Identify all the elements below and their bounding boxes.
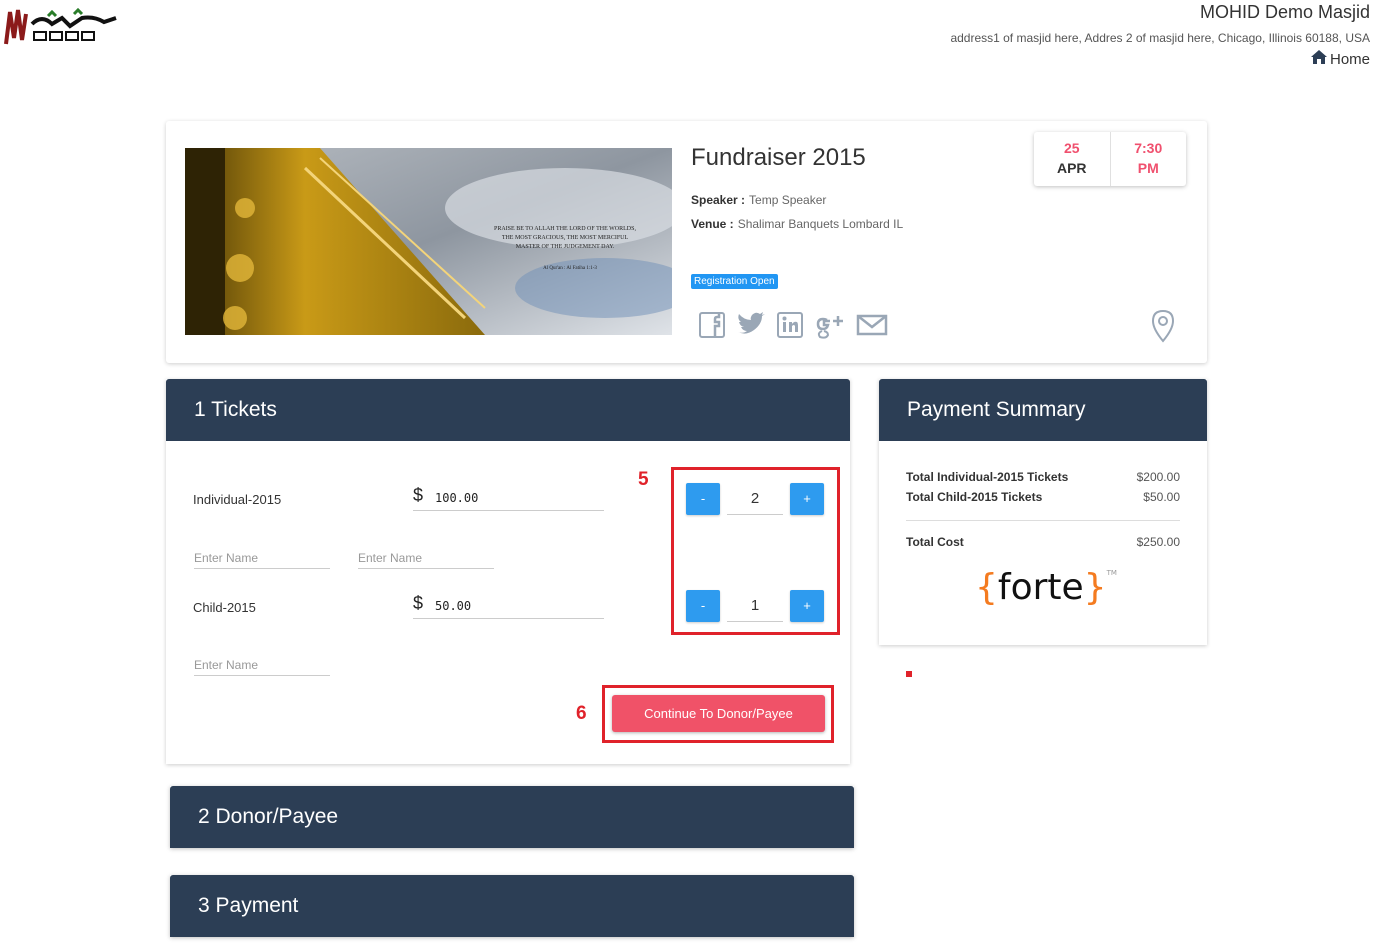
event-time-value: 7:30	[1134, 140, 1163, 156]
quantity-stepper-individual: - 2 +	[686, 483, 824, 515]
tickets-panel: 1 Tickets Individual-2015 $ 100.00 Child…	[166, 379, 850, 764]
event-venue: Venue : Shalimar Banquets Lombard IL	[691, 217, 903, 231]
decrement-button[interactable]: -	[686, 483, 720, 515]
continue-highlight-box: Continue To Donor/Payee	[602, 685, 834, 743]
social-share-row	[698, 311, 888, 339]
annotation-number-6: 6	[576, 703, 587, 724]
annotation-dot	[906, 671, 912, 677]
facebook-icon[interactable]	[698, 311, 726, 339]
ticket-price-child: $ 50.00	[413, 593, 604, 619]
annotation-number-5: 5	[638, 469, 649, 490]
svg-text:Al Qur'an : Al Fatiha 1:1-3: Al Qur'an : Al Fatiha 1:1-3	[543, 266, 597, 271]
ticket-name-individual: Individual-2015	[193, 492, 282, 507]
payment-summary-panel: Payment Summary Total Individual-2015 Ti…	[879, 379, 1207, 645]
payment-panel: 3 Payment	[170, 875, 854, 937]
twitter-icon[interactable]	[736, 312, 766, 338]
svg-text:THE MOST GRACIOUS, THE MOST ME: THE MOST GRACIOUS, THE MOST MERCIFUL	[502, 235, 629, 241]
banner-verse-text: PRAISE BE TO ALLAH THE LORD OF THE WORLD…	[494, 226, 636, 232]
donor-payee-heading[interactable]: 2 Donor/Payee	[170, 786, 854, 848]
increment-button[interactable]: +	[790, 483, 824, 515]
attendee-name-input-2[interactable]	[358, 544, 494, 569]
registration-status-badge: Registration Open	[691, 274, 778, 289]
forte-logo: {forte}TM	[975, 567, 1117, 608]
event-title: Fundraiser 2015	[691, 144, 866, 171]
attendee-name-input-1[interactable]	[194, 544, 330, 569]
linkedin-icon[interactable]	[776, 311, 804, 339]
event-month: APR	[1056, 160, 1087, 176]
event-date-box: 25 APR 7:30 PM	[1034, 132, 1186, 186]
mail-icon[interactable]	[856, 313, 888, 337]
quantity-value[interactable]: 1	[727, 590, 783, 622]
venue-label: Venue :	[691, 217, 734, 231]
google-plus-icon[interactable]	[814, 311, 846, 339]
summary-row-value: $200.00	[1136, 470, 1180, 484]
masjid-name: MOHID Demo Masjid	[1199, 2, 1370, 22]
home-label: Home	[1329, 50, 1370, 68]
ticket-name-child: Child-2015	[193, 600, 256, 615]
home-link[interactable]: Home	[1310, 49, 1370, 69]
tickets-heading[interactable]: 1 Tickets	[166, 379, 850, 441]
quantity-highlight-box: - 2 + - 1 +	[671, 467, 840, 635]
summary-divider	[906, 520, 1180, 521]
map-pin-icon[interactable]	[1151, 309, 1175, 348]
price-value: 50.00	[435, 599, 472, 613]
svg-text:MASTER OF THE JUDGEMENT DAY.: MASTER OF THE JUDGEMENT DAY.	[516, 244, 615, 250]
quantity-stepper-child: - 1 +	[686, 590, 824, 622]
venue-value: Shalimar Banquets Lombard IL	[737, 217, 904, 231]
increment-button[interactable]: +	[790, 590, 824, 622]
event-banner-image: PRAISE BE TO ALLAH THE LORD OF THE WORLD…	[185, 148, 672, 335]
total-cost-label: Total Cost	[906, 535, 964, 549]
attendee-name-input-3[interactable]	[194, 651, 330, 676]
currency-symbol: $	[413, 593, 424, 613]
speaker-label: Speaker :	[691, 193, 746, 207]
decrement-button[interactable]: -	[686, 590, 720, 622]
continue-to-donor-button[interactable]: Continue To Donor/Payee	[612, 695, 825, 732]
event-card: PRAISE BE TO ALLAH THE LORD OF THE WORLD…	[166, 121, 1207, 363]
event-ampm: PM	[1137, 160, 1159, 176]
price-value: 100.00	[435, 491, 479, 505]
masjid-address: address1 of masjid here, Addres 2 of mas…	[950, 31, 1370, 45]
summary-row-value: $50.00	[1143, 490, 1180, 504]
currency-symbol: $	[413, 485, 424, 505]
payment-heading[interactable]: 3 Payment	[170, 875, 854, 937]
event-date: 25 APR	[1034, 132, 1111, 186]
summary-row-label: Total Individual-2015 Tickets	[906, 470, 1069, 484]
donor-payee-panel: 2 Donor/Payee	[170, 786, 854, 848]
home-icon	[1310, 49, 1328, 69]
quantity-value[interactable]: 2	[727, 483, 783, 515]
speaker-value: Temp Speaker	[749, 193, 827, 207]
ticket-price-individual: $ 100.00	[413, 485, 604, 511]
mohid-logo[interactable]	[4, 4, 122, 50]
event-day: 25	[1063, 140, 1080, 156]
event-speaker: Speaker : Temp Speaker	[691, 193, 826, 207]
summary-row-label: Total Child-2015 Tickets	[906, 490, 1043, 504]
event-time: 7:30 PM	[1111, 132, 1187, 186]
payment-summary-heading: Payment Summary	[879, 379, 1207, 441]
total-cost-value: $250.00	[1136, 535, 1180, 549]
